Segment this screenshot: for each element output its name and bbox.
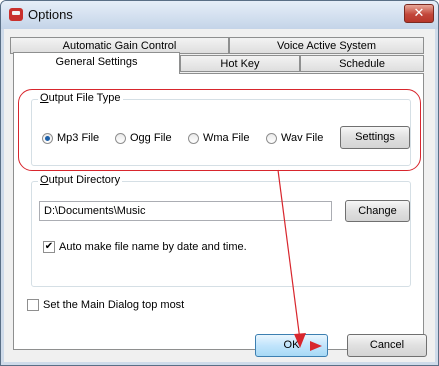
cancel-button[interactable]: Cancel	[347, 334, 427, 357]
radio-ogg[interactable]: Ogg File	[115, 132, 172, 144]
options-dialog: Options ✕ Automatic Gain Control Voice A…	[0, 0, 439, 366]
tab-schedule[interactable]: Schedule	[300, 55, 424, 72]
auto-name-check-box: ✔	[43, 241, 55, 253]
close-button[interactable]: ✕	[404, 4, 434, 23]
output-file-type-group: Output File Type Mp3 File Ogg File Wma F…	[31, 92, 411, 166]
radio-circle-ogg	[115, 132, 126, 144]
radio-mp3[interactable]: Mp3 File	[42, 132, 99, 144]
radio-label-wma: Wma File	[203, 132, 250, 144]
tab-hot-key[interactable]: Hot Key	[180, 55, 300, 72]
tab-voice-active-system[interactable]: Voice Active System	[229, 37, 424, 54]
output-directory-group: Output Directory D:\Documents\Music Chan…	[31, 174, 411, 287]
settings-button[interactable]: Settings	[340, 126, 410, 149]
radio-circle-wav	[266, 132, 277, 144]
radio-circle-wma	[188, 132, 199, 144]
dialog-client-area: Automatic Gain Control Voice Active Syst…	[4, 29, 435, 362]
auto-name-label: Auto make file name by date and time.	[59, 241, 247, 253]
output-directory-label: Output Directory	[38, 174, 123, 186]
radio-label-ogg: Ogg File	[130, 132, 172, 144]
app-icon	[9, 8, 23, 21]
auto-name-checkbox[interactable]: ✔ Auto make file name by date and time.	[43, 241, 247, 253]
radio-label-mp3: Mp3 File	[57, 132, 100, 144]
change-button[interactable]: Change	[345, 200, 410, 222]
general-settings-panel: Output File Type Mp3 File Ogg File Wma F…	[13, 73, 424, 350]
top-most-checkbox[interactable]: Set the Main Dialog top most	[27, 299, 184, 311]
radio-label-wav: Wav File	[281, 132, 324, 144]
ok-button[interactable]: OK	[255, 334, 328, 357]
output-directory-field[interactable]: D:\Documents\Music	[39, 201, 332, 221]
top-most-check-box	[27, 299, 39, 311]
top-most-label: Set the Main Dialog top most	[43, 299, 185, 311]
radio-wav[interactable]: Wav File	[266, 132, 323, 144]
window-title: Options	[28, 7, 73, 22]
radio-wma[interactable]: Wma File	[188, 132, 249, 144]
radio-circle-mp3	[42, 132, 53, 144]
tab-general-settings[interactable]: General Settings	[13, 52, 180, 74]
title-bar[interactable]: Options ✕	[1, 1, 438, 29]
output-file-type-label: Output File Type	[38, 92, 123, 104]
